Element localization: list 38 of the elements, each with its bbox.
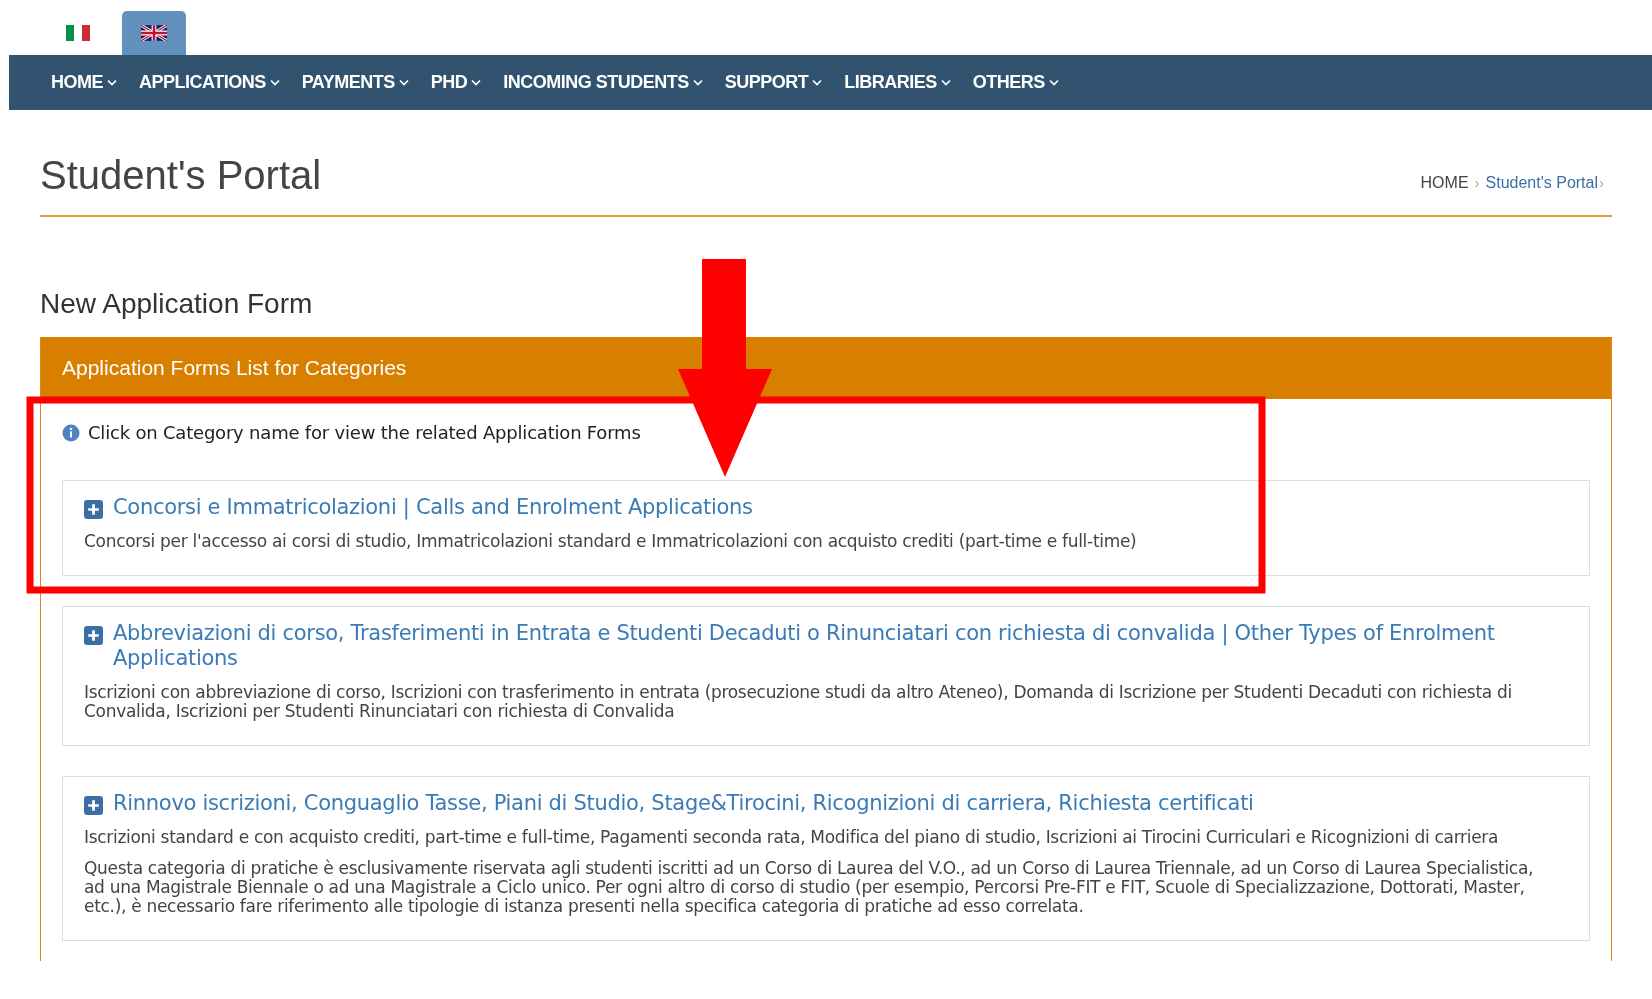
breadcrumb-link[interactable]: Student's Portal	[1485, 171, 1598, 195]
nav-menu-item[interactable]: HOME	[51, 69, 117, 96]
plus-square-icon	[84, 626, 103, 645]
category-description: Iscrizioni standard e con acquisto crediti, part-time e full-time, Pagamenti seconda rata, Modifica del piano di studio, Iscrizioni ai Tirocini Curriculari e Ricognizioni di carriera	[84, 828, 1500, 847]
plus-square-icon	[84, 500, 103, 519]
breadcrumb-separator: ›	[1598, 172, 1604, 193]
nav-menu-item[interactable]: PHD	[430, 69, 482, 96]
chevron-down-icon	[812, 79, 823, 86]
nav-menu-item[interactable]: SUPPORT	[724, 69, 823, 96]
plus-square-icon	[84, 796, 103, 815]
chevron-down-icon	[107, 79, 117, 86]
italian-flag-icon	[66, 25, 90, 41]
language-button[interactable]	[122, 11, 186, 55]
nav-menu-item[interactable]: APPLICATIONS	[139, 69, 280, 96]
nav-menu-item[interactable]: PAYMENTS	[301, 69, 409, 96]
chevron-down-icon	[1048, 79, 1059, 86]
category-link[interactable]: Concorsi e Immatricolazioni | Calls and Enrolment Applications	[113, 495, 753, 520]
category-description: Iscrizioni con abbreviazione di corso, Iscrizioni con trasferimento in entrata (prosecuzione studi da altro Ateneo), Domanda di Iscrizione per Studenti Decaduti con richiesta di Convalida, Iscrizioni per Studenti Rinunciatari con richiesta di Convalida	[84, 683, 1513, 721]
page-title: Student's Portal	[40, 155, 322, 195]
nav-menu-item[interactable]: OTHERS	[972, 69, 1059, 96]
category-description: Questa categoria di pratiche è esclusivamente riservata agli studenti iscritti ad un Corso di Laurea del V.O., ad un Corso di Laurea Triennale, ad un Corso di Laurea Specialistica, ad una Magistrale Biennale o ad una Magistrale a Ciclo unico. Per ogni altro di corso di studio (per esempio, Percorsi Pre-FIT e FIT, Scuole di Specializzazione, Dottorati, Master, etc.), è necessario fare riferimento alle tipologie di istanza presenti nella specifica categoria di pratiche ad esso correlata.	[84, 859, 1535, 916]
breadcrumb-link[interactable]: HOME	[1420, 171, 1469, 195]
breadcrumb-separator: ›	[1473, 172, 1481, 193]
info-icon	[62, 423, 80, 442]
chevron-down-icon	[471, 79, 482, 86]
british-flag-icon	[141, 25, 167, 41]
category-link[interactable]: Abbreviazioni di corso, Trasferimenti in Entrata e Studenti Decaduti o Rinunciatari con richiesta di convalida | Other Types of Enrolment Applications	[113, 621, 1568, 671]
chevron-down-icon	[692, 79, 703, 86]
nav-menu-item[interactable]: INCOMING STUDENTS	[503, 69, 703, 96]
chevron-down-icon	[398, 79, 409, 86]
chevron-down-icon	[269, 79, 280, 86]
category-description: Concorsi per l'accesso ai corsi di studio, Immatricolazioni standard e Immatricolazioni con acquisto crediti (part-time e full-time)	[84, 532, 1138, 551]
section-title: New Application Form	[40, 287, 314, 321]
panel-title: Application Forms List for Categories	[62, 355, 407, 382]
category-link[interactable]: Rinnovo iscrizioni, Conguaglio Tasse, Piani di Studio, Stage&Tirocini, Ricognizioni di carriera, Richiesta certificati	[113, 791, 1254, 816]
chevron-down-icon	[940, 79, 951, 86]
nav-menu-item[interactable]: LIBRARIES	[844, 69, 951, 96]
hint-text: Click on Category name for view the related Application Forms	[88, 421, 641, 445]
